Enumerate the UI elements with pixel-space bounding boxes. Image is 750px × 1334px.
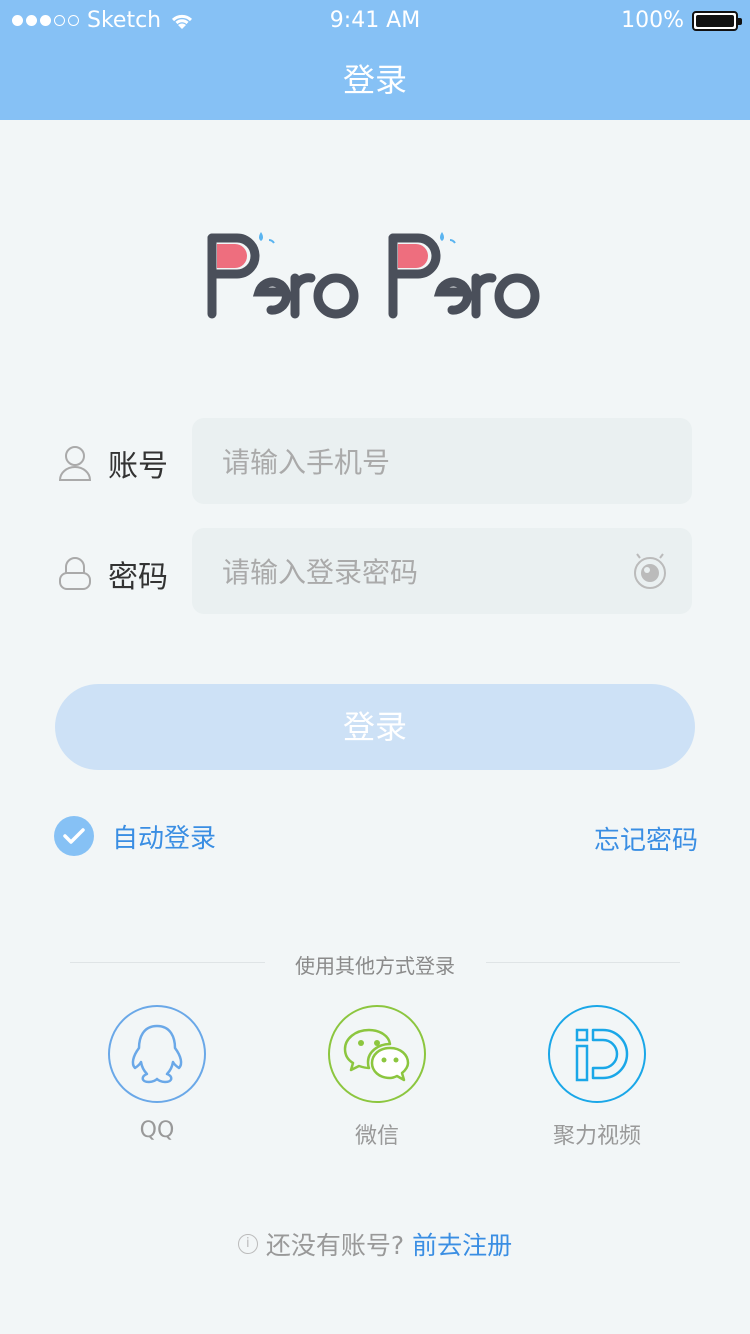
forgot-password-link[interactable]: 忘记密码 [594, 820, 698, 857]
battery-percent: 100% [621, 8, 684, 33]
wechat-label: 微信 [354, 1124, 399, 1149]
other-login-title: 使用其他方式登录 [295, 954, 455, 978]
show-password-icon[interactable] [632, 552, 668, 590]
account-placeholder: 请输入手机号 [222, 446, 391, 479]
account-label-group: 账号 [58, 441, 168, 485]
user-icon [58, 446, 92, 481]
register-prompt: 还没有账号? [265, 1231, 405, 1260]
auto-login-label: 自动登录 [112, 823, 217, 854]
qq-icon [108, 1005, 206, 1103]
qq-label: QQ [139, 1118, 175, 1143]
battery-icon [692, 10, 742, 31]
register-link[interactable]: 前去注册 [412, 1226, 512, 1262]
auto-login-toggle[interactable]: 自动登录 [54, 816, 216, 856]
account-label: 账号 [108, 449, 168, 484]
password-placeholder: 请输入登录密码 [222, 556, 419, 589]
page-title: 登录 [342, 61, 407, 99]
password-label: 密码 [108, 560, 168, 595]
pptv-icon [548, 1005, 646, 1103]
checkbox-checked-icon[interactable] [54, 816, 94, 856]
pptv-label: 聚力视频 [552, 1124, 641, 1149]
pptv-login-button[interactable]: 聚力视频 [517, 1004, 677, 1150]
status-bar: Sketch 9:41 AM 100% [0, 0, 750, 40]
wechat-login-button[interactable]: 微信 [297, 1004, 457, 1150]
password-input[interactable]: 请输入登录密码 [192, 528, 692, 614]
qq-login-button[interactable]: QQ [77, 1004, 237, 1143]
info-icon: i [237, 1234, 258, 1254]
wechat-icon [328, 1005, 426, 1103]
login-button[interactable]: 登录 [55, 684, 695, 770]
account-input[interactable]: 请输入手机号 [192, 418, 692, 504]
peropero-logo [207, 232, 540, 319]
lock-icon [59, 557, 91, 590]
password-label-group: 密码 [58, 552, 168, 596]
register-row: i 还没有账号? 前去注册 [0, 1226, 750, 1262]
